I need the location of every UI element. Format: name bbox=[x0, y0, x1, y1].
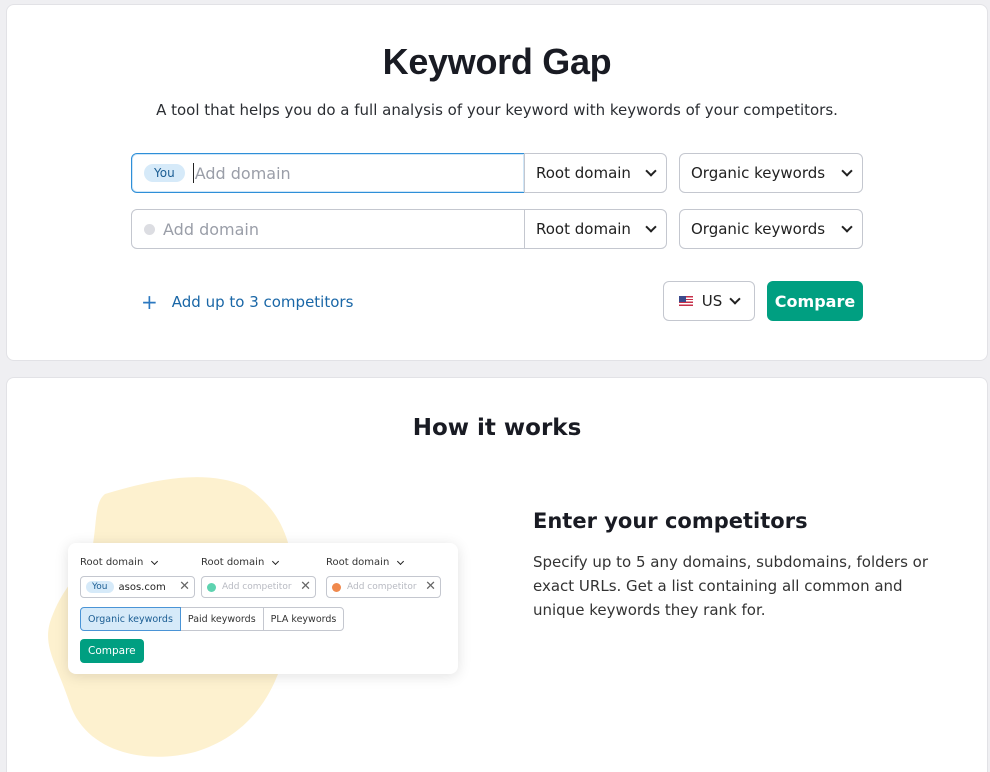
competitor-dot-icon bbox=[332, 582, 341, 592]
domain-type-select[interactable]: Root domain bbox=[524, 209, 667, 249]
preview-input-you: You asos.com ✕ bbox=[80, 576, 195, 598]
preview-column-label: Root domain bbox=[201, 557, 280, 568]
preview-tab-organic: Organic keywords bbox=[80, 607, 181, 631]
domain-placeholder: Add domain bbox=[163, 219, 259, 239]
domain-type-label: Root domain bbox=[536, 164, 631, 182]
chevron-down-icon bbox=[397, 557, 405, 565]
preview-compare-button: Compare bbox=[80, 639, 144, 663]
domain-input-you[interactable]: You Add domain bbox=[131, 153, 525, 193]
you-badge: You bbox=[144, 164, 185, 182]
keyword-type-label: Organic keywords bbox=[691, 164, 826, 182]
domain-input-competitor[interactable]: Add domain bbox=[131, 209, 525, 249]
us-flag-icon bbox=[678, 296, 693, 306]
preview-tab-pla: PLA keywords bbox=[262, 607, 345, 631]
chevron-down-icon bbox=[645, 165, 657, 177]
domain-type-select[interactable]: Root domain bbox=[524, 153, 667, 193]
chevron-down-icon bbox=[729, 293, 741, 305]
competitor-dot-icon bbox=[144, 223, 155, 235]
close-icon: ✕ bbox=[300, 579, 311, 594]
preview-tab-paid: Paid keywords bbox=[179, 607, 264, 631]
how-it-works-card: How it works Root domain Root domain Roo… bbox=[6, 377, 988, 772]
chevron-down-icon bbox=[841, 165, 853, 177]
step-description: Specify up to 5 any domains, subdomains,… bbox=[533, 553, 928, 619]
preview-column-label: Root domain bbox=[80, 557, 159, 568]
add-competitors-link[interactable]: + Add up to 3 competitors bbox=[141, 292, 353, 312]
preview-domain-value: asos.com bbox=[118, 581, 166, 593]
keyword-gap-form-card: Keyword Gap A tool that helps you do a f… bbox=[6, 4, 988, 361]
chevron-down-icon bbox=[645, 221, 657, 233]
plus-icon: + bbox=[141, 290, 158, 314]
add-competitors-label: Add up to 3 competitors bbox=[171, 293, 354, 311]
preview-input-competitor: Add competitor ✕ bbox=[201, 576, 316, 598]
compare-button[interactable]: Compare bbox=[767, 281, 863, 321]
you-badge: You bbox=[86, 581, 114, 593]
chevron-down-icon bbox=[151, 557, 159, 565]
close-icon: ✕ bbox=[179, 579, 190, 594]
preview-keyword-tabs: Organic keywords Paid keywords PLA keywo… bbox=[80, 607, 345, 631]
competitor-dot-icon bbox=[207, 582, 216, 592]
domain-type-label: Root domain bbox=[536, 220, 631, 238]
close-icon: ✕ bbox=[425, 579, 436, 594]
keyword-type-select[interactable]: Organic keywords bbox=[679, 209, 863, 249]
how-it-works-title: How it works bbox=[412, 415, 582, 441]
text-cursor bbox=[192, 163, 194, 183]
country-select[interactable]: US bbox=[663, 281, 755, 321]
keyword-type-select[interactable]: Organic keywords bbox=[679, 153, 863, 193]
preview-column-label: Root domain bbox=[326, 557, 405, 568]
preview-placeholder: Add competitor bbox=[222, 582, 292, 592]
country-label: US bbox=[701, 292, 723, 310]
keyword-type-label: Organic keywords bbox=[691, 220, 826, 238]
page-title: Keyword Gap bbox=[382, 41, 612, 82]
preview-placeholder: Add competitor bbox=[347, 582, 417, 592]
domain-placeholder: Add domain bbox=[194, 163, 291, 183]
page-subtitle: A tool that helps you do a full analysis… bbox=[156, 101, 838, 119]
chevron-down-icon bbox=[272, 557, 280, 565]
step-title: Enter your competitors bbox=[533, 509, 808, 533]
chevron-down-icon bbox=[841, 221, 853, 233]
preview-input-competitor: Add competitor ✕ bbox=[326, 576, 441, 598]
preview-form-illustration: Root domain Root domain Root domain You … bbox=[68, 543, 458, 674]
